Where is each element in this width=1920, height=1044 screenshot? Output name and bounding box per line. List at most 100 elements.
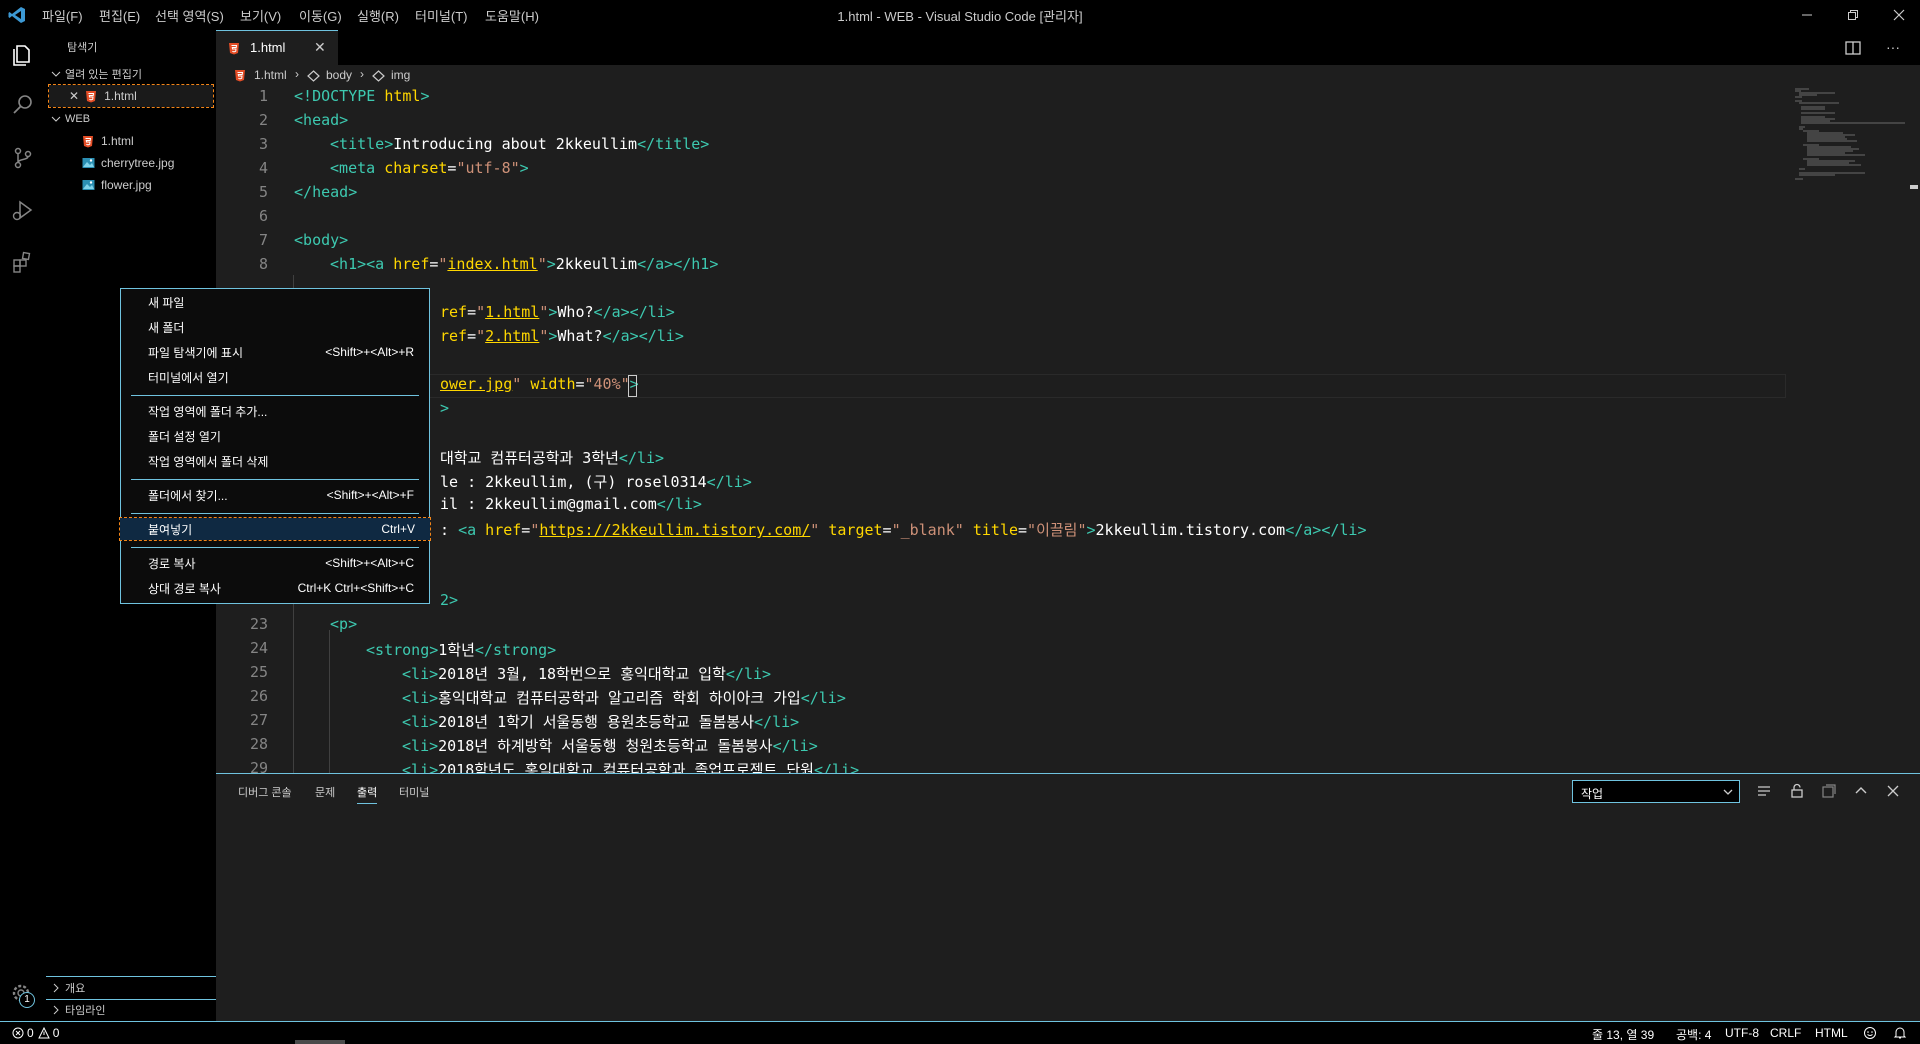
line-number: 4 — [258, 159, 268, 177]
html5-icon — [229, 43, 239, 55]
lock-icon[interactable] — [1788, 782, 1806, 800]
breadcrumb-file[interactable]: 1.html — [254, 68, 287, 82]
line-number: 23 — [249, 615, 268, 633]
line-number: 1 — [258, 87, 268, 105]
notifications-bell-icon[interactable] — [1892, 1025, 1908, 1041]
chevron-right-icon: › — [360, 67, 364, 81]
minimize-button[interactable] — [1784, 0, 1830, 30]
outline-section[interactable]: 개요 — [46, 977, 216, 999]
close-editor-icon[interactable]: ✕ — [69, 89, 79, 103]
activity-bar: 1 — [0, 30, 46, 1021]
minimap[interactable] — [1795, 87, 1905, 197]
menu-separator — [131, 479, 419, 480]
maximize-panel-icon[interactable] — [1852, 782, 1870, 800]
menu-edit[interactable]: 편집(E) — [99, 6, 140, 25]
encoding[interactable]: UTF-8 — [1725, 1026, 1759, 1040]
breadcrumb-body[interactable]: body — [326, 68, 352, 82]
menu-item-new-folder[interactable]: 새 폴더 — [121, 316, 429, 338]
search-icon[interactable] — [9, 91, 37, 119]
html5-icon — [235, 70, 245, 82]
problems-status[interactable]: 0 0 — [12, 1025, 59, 1041]
menu-item-new-file[interactable]: 새 파일 — [121, 291, 429, 313]
menu-separator — [131, 513, 419, 514]
element-icon — [372, 70, 385, 82]
close-window-button[interactable] — [1876, 0, 1920, 30]
open-editors-label: 열려 있는 편집기 — [65, 69, 142, 81]
cursor-position[interactable]: 줄 13, 열 39 — [1592, 1026, 1654, 1043]
horizontal-scrollbar-thumb[interactable] — [295, 1040, 345, 1044]
file-item[interactable]: 1.html — [46, 130, 216, 152]
word-wrap-icon[interactable] — [1755, 782, 1773, 800]
language-mode[interactable]: HTML — [1815, 1026, 1848, 1040]
timeline-section[interactable]: 타임라인 — [46, 999, 216, 1021]
menu-item-paste[interactable]: 붙여넣기 Ctrl+V — [119, 517, 431, 541]
more-actions-icon[interactable]: ··· — [1883, 38, 1903, 58]
output-channel-select[interactable]: 작업 — [1572, 780, 1740, 803]
tab-output[interactable]: 출력 — [357, 784, 378, 804]
code-line: <li>홍익대학교 컴퓨터공학과 알고리즘 학회 하이아크 가입</li> — [402, 689, 846, 707]
menu-terminal[interactable]: 터미널(T) — [415, 6, 467, 25]
outline-label: 개요 — [65, 983, 86, 995]
menu-item-add-folder-to-workspace[interactable]: 작업 영역에 폴더 추가... — [121, 400, 429, 422]
image-icon — [82, 180, 95, 190]
clear-output-icon[interactable] — [1820, 782, 1838, 800]
element-icon — [307, 70, 320, 82]
menu-run[interactable]: 실행(R) — [357, 6, 399, 25]
code-line: <strong>1학년</strong> — [366, 641, 557, 659]
warning-count: 0 — [52, 1026, 60, 1040]
menu-item-find-in-folder[interactable]: 폴더에서 찾기... <Shift>+<Alt>+F — [121, 484, 429, 506]
menu-item-copy-relative-path[interactable]: 상대 경로 복사 Ctrl+K Ctrl+<Shift>+C — [121, 577, 429, 599]
source-control-icon[interactable] — [9, 144, 37, 172]
open-editors-section[interactable]: 열려 있는 편집기 — [46, 63, 216, 85]
menu-item-copy-path[interactable]: 경로 복사 <Shift>+<Alt>+C — [121, 552, 429, 574]
chevron-right-icon: › — [295, 67, 299, 81]
line-number: 5 — [258, 183, 268, 201]
code-line: le : 2kkeullim, (구) rosel0314</li> — [440, 473, 752, 491]
code-line: : <a href="https://2kkeullim.tistory.com… — [440, 521, 1367, 539]
menu-view[interactable]: 보기(V) — [240, 6, 281, 25]
tab-debug-console[interactable]: 디버그 콘솔 — [238, 784, 292, 800]
close-panel-icon[interactable] — [1884, 782, 1902, 800]
tab-problems[interactable]: 문제 — [315, 784, 335, 800]
chevron-down-icon — [51, 116, 61, 122]
code-line: <body> — [294, 231, 349, 249]
menu-item-open-in-terminal[interactable]: 터미널에서 열기 — [121, 366, 429, 388]
tab-1-html[interactable]: 1.html ✕ — [216, 30, 338, 65]
menu-item-reveal-in-explorer[interactable]: 파일 탐색기에 표시 <Shift>+<Alt>+R — [121, 341, 429, 363]
indentation[interactable]: 공백: 4 — [1676, 1026, 1711, 1043]
menu-help[interactable]: 도움말(H) — [485, 6, 539, 25]
menu-file[interactable]: 파일(F) — [42, 6, 83, 25]
run-debug-icon[interactable] — [9, 196, 37, 224]
tab-terminal[interactable]: 터미널 — [399, 784, 429, 800]
menu-selection[interactable]: 선택 영역(S) — [155, 6, 224, 25]
line-ending[interactable]: CRLF — [1770, 1026, 1801, 1040]
menu-go[interactable]: 이동(G) — [299, 6, 342, 25]
status-bar: 0 0 줄 13, 열 39 공백: 4 UTF-8 CRLF HTML — [0, 1021, 1920, 1044]
extensions-icon[interactable] — [9, 248, 37, 276]
title-bar: 파일(F) 편집(E) 선택 영역(S) 보기(V) 이동(G) 실행(R) 터… — [0, 0, 1920, 30]
file-item[interactable]: cherrytree.jpg — [46, 152, 216, 174]
minimize-icon — [1802, 14, 1812, 16]
breadcrumb-img[interactable]: img — [391, 68, 410, 82]
code-line: <meta charset="utf-8"> — [330, 159, 529, 177]
menu-item-open-folder-settings[interactable]: 폴더 설정 열기 — [121, 425, 429, 447]
bracket-match-highlight — [628, 375, 637, 397]
code-line: </head> — [294, 183, 358, 201]
file-name: cherrytree.jpg — [101, 156, 175, 170]
bottom-panel: 디버그 콘솔 문제 출력 터미널 작업 — [216, 773, 1920, 1021]
restore-button[interactable] — [1830, 0, 1876, 30]
line-number: 28 — [249, 735, 268, 753]
feedback-icon[interactable] — [1862, 1025, 1878, 1041]
chevron-down-icon — [1723, 789, 1733, 795]
close-tab-icon[interactable]: ✕ — [314, 39, 326, 56]
folder-web[interactable]: WEB — [46, 108, 216, 130]
code-line: <p> — [330, 615, 358, 633]
explorer-icon[interactable] — [9, 40, 37, 68]
file-item[interactable]: flower.jpg — [46, 174, 216, 196]
open-editor-item[interactable]: ✕ 1.html — [48, 84, 214, 108]
vscode-logo-icon — [8, 6, 26, 24]
output-channel-value: 작업 — [1581, 787, 1604, 801]
indent-guide — [329, 630, 330, 773]
menu-item-remove-folder[interactable]: 작업 영역에서 폴더 삭제 — [121, 450, 429, 472]
split-editor-icon[interactable] — [1843, 38, 1863, 58]
